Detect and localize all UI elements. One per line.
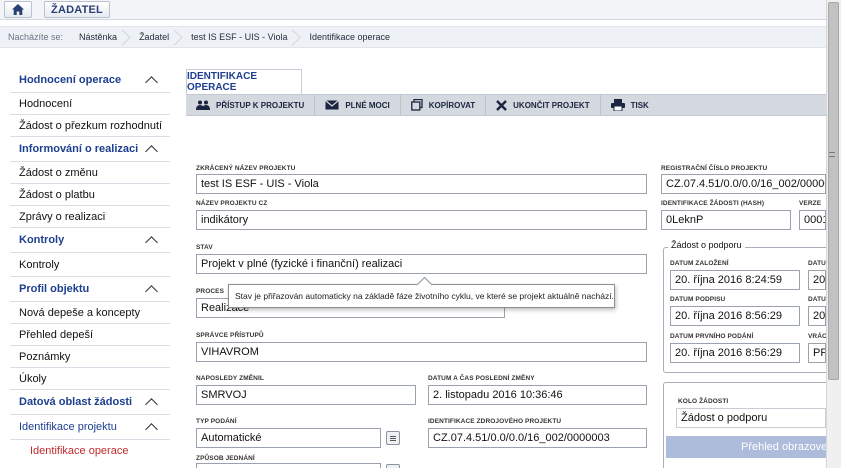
- ukoncit-projekt-button[interactable]: UKONČIT PROJEKT: [486, 95, 601, 115]
- kolo-field[interactable]: Žádost o podporu: [676, 408, 826, 428]
- typ-podani-field[interactable]: Automatické: [196, 428, 381, 448]
- stav-field[interactable]: Projekt v plné (fyzické i finanční) real…: [196, 254, 647, 274]
- vraceni-field[interactable]: PP2: [808, 343, 826, 363]
- breadcrumb-item-project[interactable]: test IS ESF - UIS - Viola: [185, 27, 303, 47]
- scrollbar-grip-icon: [829, 152, 835, 157]
- sidebar-item-zadost-zmenu[interactable]: Žádost o změnu: [10, 162, 170, 184]
- sidebar-section-profil[interactable]: Profil objektu: [10, 277, 170, 302]
- home-button[interactable]: [4, 1, 32, 18]
- nazev-cz-field[interactable]: indikátory: [196, 210, 647, 230]
- datum-zalozeni-label: DATUM ZALOŽENÍ: [670, 260, 729, 267]
- datum-podpisu-field[interactable]: 20. října 2016 8:56:29: [670, 306, 800, 326]
- sidebar-item-hodnoceni[interactable]: Hodnocení: [10, 93, 170, 115]
- nazev-cz-label: NÁZEV PROJEKTU CZ: [196, 200, 268, 207]
- verze-label: VERZE: [799, 200, 822, 207]
- chevron-up-icon: [145, 145, 158, 158]
- kolo-label: KOLO ŽÁDOSTI: [678, 398, 729, 405]
- prehled-obrazovek-button[interactable]: Přehled obrazovek: [666, 436, 826, 458]
- sidebar-section-hodnoceni-operace[interactable]: Hodnocení operace: [10, 68, 170, 93]
- datum-prvniho-label: DATUM PRVNÍHO PODÁNÍ: [670, 333, 754, 340]
- datum-zalozeni-2-field[interactable]: 20.: [808, 270, 826, 290]
- breadcrumb-label: Nacházíte se:: [8, 32, 64, 42]
- zadost-legend: Žádost o podporu: [668, 240, 745, 250]
- kopirovat-button[interactable]: KOPÍROVAT: [401, 95, 487, 115]
- zadatel-button[interactable]: ŽADATEL: [44, 1, 110, 18]
- datum-podpisu-2-label: DATU: [808, 296, 826, 303]
- sidebar-item-identifikace-operace[interactable]: Identifikace operace: [10, 440, 170, 462]
- sidebar-section-informovani[interactable]: Informování o realizaci: [10, 137, 170, 162]
- sidebar-item-ukoly[interactable]: Úkoly: [10, 368, 170, 390]
- pristup-button[interactable]: PŘÍSTUP K PROJEKTU: [186, 95, 316, 115]
- breadcrumb-item-current: Identifikace operace: [309, 32, 391, 42]
- zpusob-label: ZPŮSOB JEDNÁNÍ: [196, 455, 255, 462]
- sidebar-item-prehled-depesi[interactable]: Přehled depeší: [10, 324, 170, 346]
- zkraceny-nazev-field[interactable]: test IS ESF - UIS - Viola: [196, 174, 647, 194]
- sidebar-section-identifikace-projektu[interactable]: Identifikace projektu: [10, 415, 170, 440]
- stav-tooltip: Stav je přiřazován automaticky na základ…: [228, 284, 615, 308]
- plne-moci-button[interactable]: PLNÉ MOCI: [315, 95, 401, 115]
- datum-zmeny-label: DATUM A ČAS POSLEDNÍ ZMĚNY: [428, 375, 535, 382]
- home-icon: [12, 4, 24, 15]
- spravce-label: SPRÁVCE PŘÍSTUPŮ: [196, 332, 264, 339]
- sidebar-item-zadost-platbu[interactable]: Žádost o platbu: [10, 184, 170, 206]
- users-icon: [196, 100, 210, 110]
- datum-zmeny-field[interactable]: 2. listopadu 2016 10:36:46: [428, 385, 647, 405]
- tab-identifikace-operace[interactable]: IDENTIFIKACE OPERACE: [186, 69, 302, 94]
- id-hash-field[interactable]: 0LeknP: [661, 210, 791, 230]
- typ-podani-label: TYP PODÁNÍ: [196, 418, 237, 425]
- tisk-button[interactable]: TISK: [601, 95, 659, 115]
- zkraceny-nazev-label: ZKRÁCENÝ NÁZEV PROJEKTU: [196, 165, 296, 172]
- chevron-up-icon: [145, 76, 158, 89]
- chevron-up-icon: [145, 285, 158, 298]
- sidebar-section-kontroly[interactable]: Kontroly: [10, 228, 170, 253]
- breadcrumb: Nacházíte se: Nástěnka Žadatel test IS E…: [0, 26, 826, 48]
- envelope-icon: [325, 100, 340, 110]
- scrollbar-thumb[interactable]: [828, 2, 839, 380]
- toolbar: PŘÍSTUP K PROJEKTU PLNÉ MOCI KOPÍROVAT U…: [186, 94, 826, 116]
- copy-icon: [410, 99, 423, 111]
- datum-podpisu-2-field[interactable]: 20.: [808, 306, 826, 326]
- proces-label: PROCES: [196, 288, 225, 295]
- stav-label: STAV: [196, 244, 213, 251]
- top-bar: ŽADATEL: [0, 0, 826, 20]
- sidebar-item-poznamky[interactable]: Poznámky: [10, 346, 170, 368]
- chevron-up-icon: [145, 423, 158, 436]
- reg-cislo-label: REGISTRAČNÍ ČÍSLO PROJEKTU: [661, 165, 768, 172]
- sidebar-item-kontroly[interactable]: Kontroly: [10, 253, 170, 277]
- zpusob-field[interactable]: [196, 463, 381, 468]
- datum-prvniho-field[interactable]: 20. října 2016 8:56:29: [670, 343, 800, 363]
- datum-zalozeni-2-label: DATU: [808, 260, 826, 267]
- breadcrumb-item-zadatel[interactable]: Žadatel: [133, 27, 185, 47]
- list-icon[interactable]: [386, 431, 400, 445]
- sidebar-item-nova-depese[interactable]: Nová depeše a koncepty: [10, 302, 170, 324]
- printer-icon: [610, 99, 625, 111]
- naposledy-label: NAPOSLEDY ZMĚNIL: [196, 375, 264, 382]
- verze-field[interactable]: 0001: [799, 210, 826, 230]
- spravce-field[interactable]: VIHAVROM: [196, 342, 647, 362]
- naposledy-field[interactable]: SMRVOJ: [196, 385, 416, 405]
- breadcrumb-item-nastenka[interactable]: Nástěnka: [73, 27, 133, 47]
- id-zdroj-label: IDENTIFIKACE ZDROJOVÉHO PROJEKTU: [428, 418, 562, 425]
- id-zdroj-field[interactable]: CZ.07.4.51/0.0/0.0/16_002/0000003: [428, 428, 647, 448]
- reg-cislo-field[interactable]: CZ.07.4.51/0.0/0.0/16_002/0000005: [661, 174, 826, 194]
- sidebar-section-datova-oblast[interactable]: Datová oblast žádosti: [10, 390, 170, 415]
- close-icon: [496, 99, 507, 111]
- chevron-up-icon: [145, 398, 158, 411]
- datum-zalozeni-field[interactable]: 20. října 2016 8:24:59: [670, 270, 800, 290]
- vraceni-label: VRÁC: [808, 333, 827, 340]
- chevron-up-icon: [145, 236, 158, 249]
- datum-podpisu-label: DATUM PODPISU: [670, 296, 726, 303]
- sidebar-item-zpravy[interactable]: Zprávy o realizaci: [10, 206, 170, 228]
- sidebar-item-zadost-prezkum[interactable]: Žádost o přezkum rozhodnutí: [10, 115, 170, 137]
- id-hash-label: IDENTIFIKACE ŽÁDOSTI (HASH): [661, 200, 765, 207]
- list-icon[interactable]: [386, 464, 400, 468]
